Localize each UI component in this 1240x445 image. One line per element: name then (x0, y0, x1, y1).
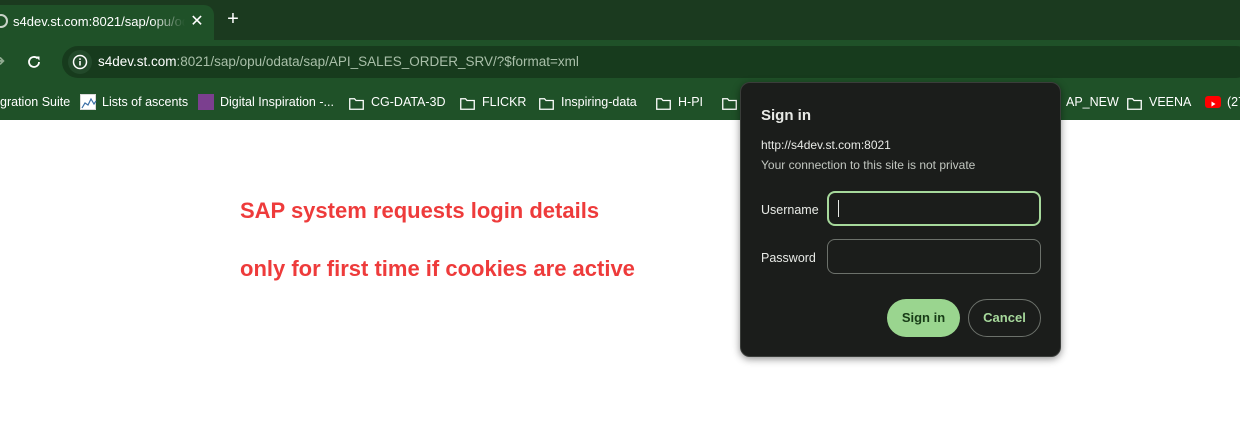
tab-strip: s4dev.st.com:8021/sap/opu/odata/sap/API_… (0, 0, 1240, 40)
chart-icon (80, 94, 97, 110)
annotation-line-1: SAP system requests login details (240, 198, 600, 223)
text-cursor (838, 200, 839, 217)
sign-in-dialog: Sign in http://s4dev.st.com:8021 Your co… (740, 82, 1061, 357)
folder-icon (656, 96, 671, 110)
bookmark-label: AP_NEW (1066, 95, 1119, 109)
bookmark-label: (27 (1227, 95, 1240, 109)
folder-icon (349, 96, 364, 110)
bookmark-label: FLICKR (482, 95, 527, 109)
url-text[interactable]: s4dev.st.com:8021/sap/opu/odata/sap/API_… (98, 54, 579, 72)
new-tab-button[interactable]: + (222, 8, 244, 30)
site-icon (198, 94, 214, 110)
bookmark-label: H-PI (678, 95, 703, 109)
bookmark-label: Lists of ascents (102, 95, 189, 109)
password-input[interactable] (827, 239, 1041, 274)
password-label: Password (761, 251, 816, 265)
folder-icon (1127, 96, 1142, 110)
folder-icon (539, 96, 554, 110)
bookmark-label: CG-DATA-3D (371, 95, 446, 109)
username-input[interactable] (827, 191, 1041, 226)
forward-icon[interactable]: ➔ (0, 52, 8, 72)
dialog-title: Sign in (761, 107, 811, 124)
address-bar[interactable]: s4dev.st.com:8021/sap/opu/odata/sap/API_… (62, 46, 1240, 78)
youtube-icon (1205, 96, 1221, 108)
bookmark-label: gration Suite (0, 95, 71, 109)
dialog-origin: http://s4dev.st.com:8021 (761, 138, 891, 152)
folder-icon (722, 96, 737, 110)
cancel-button[interactable]: Cancel (968, 299, 1041, 337)
bookmark-label: Inspiring-data (561, 95, 637, 109)
url-path: :8021/sap/opu/odata/sap/API_SALES_ORDER_… (176, 54, 579, 69)
reload-icon[interactable] (24, 52, 44, 72)
browser-toolbar: ➔ s4dev.st.com:8021/sap/opu/odata/sap/AP… (0, 40, 1240, 84)
tab-title: s4dev.st.com:8021/sap/opu/odata/sap/API_… (13, 14, 185, 29)
annotation-line-2: only for first time if cookies are activ… (240, 256, 635, 281)
active-tab[interactable]: s4dev.st.com:8021/sap/opu/odata/sap/API_… (0, 5, 214, 40)
bookmark-label: Digital Inspiration -... (220, 95, 334, 109)
close-tab-button[interactable]: ✕ (188, 13, 206, 31)
site-info-icon[interactable] (68, 50, 92, 74)
url-host: s4dev.st.com (98, 54, 177, 69)
globe-icon (0, 14, 8, 28)
sign-in-button[interactable]: Sign in (887, 299, 960, 337)
bookmark-label: VEENA (1149, 95, 1192, 109)
folder-icon (460, 96, 475, 110)
username-label: Username (761, 203, 819, 217)
dialog-privacy-warning: Your connection to this site is not priv… (761, 158, 976, 172)
